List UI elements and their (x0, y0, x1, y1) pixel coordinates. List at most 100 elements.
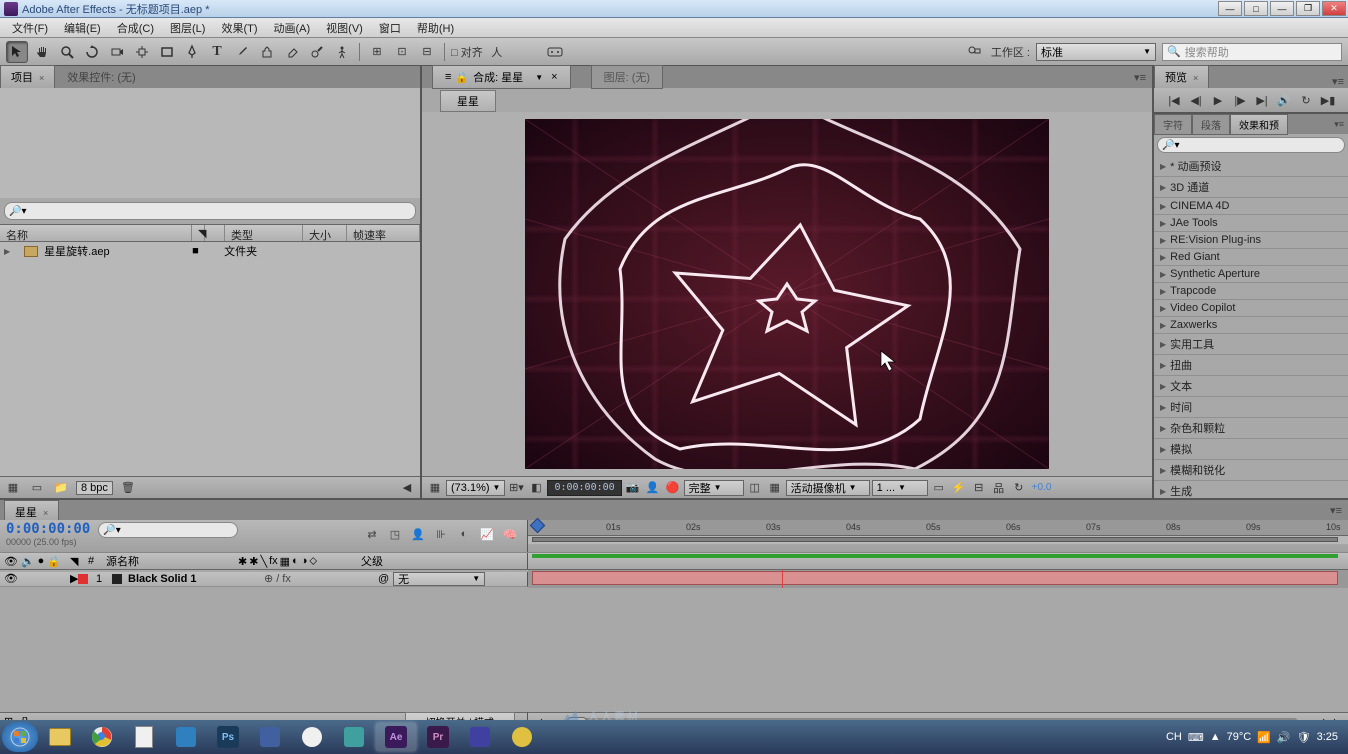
effect-category[interactable]: ▶CINEMA 4D (1154, 198, 1348, 215)
hand-tool[interactable] (31, 41, 53, 63)
character-tab[interactable]: 字符 (1154, 114, 1192, 135)
resolution-dropdown[interactable]: 完整▼ (684, 480, 744, 496)
menu-edit[interactable]: 编辑(E) (56, 18, 109, 38)
aftereffects-taskbar-icon[interactable]: Ae (376, 723, 416, 751)
comp-tab[interactable]: ≡ 🔒 合成: 星星 ▼ × (432, 65, 571, 89)
timeline-icon[interactable]: ⊟ (970, 480, 988, 496)
audio-button[interactable]: 🔊 (1277, 93, 1291, 107)
close-button[interactable]: ✕ (1322, 1, 1346, 16)
eye-icon[interactable]: 👁 (4, 555, 18, 568)
menu-effect[interactable]: 效果(T) (213, 18, 265, 38)
menu-window[interactable]: 窗口 (371, 18, 409, 38)
zoom-dropdown[interactable]: (73.1%)▼ (446, 480, 505, 496)
flowchart-icon[interactable]: 品 (990, 480, 1008, 496)
lock-icon[interactable]: 🔒 (47, 555, 61, 568)
menu-layer[interactable]: 图层(L) (162, 18, 213, 38)
menu-help[interactable]: 帮助(H) (409, 18, 462, 38)
effects-categories-list[interactable]: ▶* 动画预设 ▶3D 通道 ▶CINEMA 4D ▶JAe Tools ▶RE… (1154, 156, 1348, 502)
pixel-aspect-icon[interactable]: ▭ (930, 480, 948, 496)
current-time-indicator[interactable] (532, 520, 544, 536)
solo-icon[interactable]: ● (38, 555, 45, 567)
app5-taskbar-icon[interactable] (460, 723, 500, 751)
layer-tab[interactable]: 图层: (无) (591, 65, 663, 89)
timeline-timecode[interactable]: 0:00:00:00 (0, 520, 96, 537)
col-fps[interactable]: 帧速率 (347, 225, 420, 241)
reset-exposure-icon[interactable]: ↻ (1010, 480, 1028, 496)
effect-category[interactable]: ▶模拟 (1154, 439, 1348, 460)
interpret-footage-icon[interactable]: ▦ (4, 480, 22, 496)
world-axis-mode[interactable]: ⊡ (391, 41, 413, 63)
transparency-grid-icon[interactable]: ▦ (766, 480, 784, 496)
comp-mini-flowchart-icon[interactable]: ⇄ (363, 525, 381, 543)
effect-category[interactable]: ▶时间 (1154, 397, 1348, 418)
effect-controls-tab[interactable]: 效果控件: (无) (57, 66, 145, 88)
premiere-taskbar-icon[interactable]: Pr (418, 723, 458, 751)
effect-category[interactable]: ▶Red Giant (1154, 249, 1348, 266)
ram-preview-button[interactable]: ▶▮ (1321, 93, 1335, 107)
col-label[interactable]: ◥ (192, 225, 205, 241)
pen-tool[interactable] (181, 41, 203, 63)
effect-category[interactable]: ▶Synthetic Aperture (1154, 266, 1348, 283)
selection-tool[interactable] (6, 41, 28, 63)
parent-col[interactable]: 父级 (349, 553, 429, 569)
view-axis-mode[interactable]: ⊟ (416, 41, 438, 63)
draft-3d-icon[interactable]: ◳ (386, 525, 404, 543)
prev-frame-button[interactable]: ◀| (1189, 93, 1203, 107)
notepad-taskbar-icon[interactable] (124, 723, 164, 751)
col-type[interactable]: 类型 (225, 225, 303, 241)
tray-temp[interactable]: 79°C (1227, 731, 1252, 743)
effect-category[interactable]: ▶Video Copilot (1154, 300, 1348, 317)
menu-view[interactable]: 视图(V) (318, 18, 371, 38)
snapshot-icon[interactable]: 📷 (624, 480, 642, 496)
panel-menu-icon[interactable]: ▾≡ (1334, 119, 1344, 130)
layer-row[interactable]: 👁 ▶ 1 Black Solid 1 ⊕/fx @ 无▼ (0, 570, 1348, 588)
effect-category[interactable]: ▶Zaxwerks (1154, 317, 1348, 334)
time-ruler[interactable]: 01s 02s 03s 04s 05s 06s 07s 08s 09s 10s (528, 520, 1348, 536)
close-icon[interactable]: × (39, 73, 44, 83)
menu-composition[interactable]: 合成(C) (109, 18, 162, 38)
delete-icon[interactable]: 🗑 (119, 480, 137, 496)
col-tag[interactable] (205, 225, 225, 241)
clone-stamp-tool[interactable] (256, 41, 278, 63)
pan-behind-tool[interactable] (131, 41, 153, 63)
close-icon[interactable]: × (551, 71, 557, 83)
layer-duration-bar[interactable] (532, 571, 1338, 585)
views-dropdown[interactable]: 1 ...▼ (872, 480, 928, 496)
play-button[interactable]: ▶ (1211, 93, 1225, 107)
parent-pickwhip-icon[interactable]: @ (378, 573, 389, 585)
tray-network-icon[interactable]: 📶 (1257, 731, 1271, 744)
photoshop-taskbar-icon[interactable]: Ps (208, 723, 248, 751)
scroll-left-icon[interactable]: ◀ (398, 480, 416, 496)
tray-time[interactable]: 3:25 (1317, 731, 1338, 743)
app3-taskbar-icon[interactable] (292, 723, 332, 751)
effect-category[interactable]: ▶生成 (1154, 481, 1348, 502)
mask-mode-tool[interactable] (544, 41, 566, 63)
bpc-indicator[interactable]: 8 bpc (76, 481, 113, 495)
maximize-button[interactable]: □ (1244, 1, 1268, 16)
next-frame-button[interactable]: |▶ (1233, 93, 1247, 107)
camera-dropdown[interactable]: 活动摄像机▼ (786, 480, 870, 496)
first-frame-button[interactable]: |◀ (1167, 93, 1181, 107)
source-name-col[interactable]: 源名称 (106, 553, 234, 569)
preview-tab[interactable]: 预览× (1154, 65, 1209, 88)
effects-presets-tab[interactable]: 效果和预 (1230, 114, 1288, 135)
parent-dropdown[interactable]: 无▼ (393, 572, 485, 586)
roi-icon[interactable]: ◫ (746, 480, 764, 496)
number-col[interactable]: # (88, 555, 106, 567)
search-tool-icon[interactable] (963, 41, 985, 63)
motion-blur-icon[interactable]: ◐ (455, 525, 473, 543)
snapping-toggle[interactable]: 人 (486, 41, 508, 63)
layer-name[interactable]: Black Solid 1 (128, 573, 248, 585)
disclosure-icon[interactable]: ▶ (4, 247, 10, 256)
show-channel-icon[interactable]: 👤 (644, 480, 662, 496)
work-area-bar[interactable] (528, 536, 1348, 544)
eye-icon[interactable]: 👁 (4, 572, 18, 585)
label-col-icon[interactable]: ◥ (70, 555, 88, 568)
lock-icon[interactable]: 🔒 (455, 71, 469, 84)
zoom-tool[interactable] (56, 41, 78, 63)
frame-blend-icon[interactable]: ⊪ (432, 525, 450, 543)
composition-viewport[interactable] (422, 112, 1152, 476)
restore-button[interactable]: ❐ (1296, 1, 1320, 16)
effect-category[interactable]: ▶RE:Vision Plug-ins (1154, 232, 1348, 249)
menu-file[interactable]: 文件(F) (4, 18, 56, 38)
